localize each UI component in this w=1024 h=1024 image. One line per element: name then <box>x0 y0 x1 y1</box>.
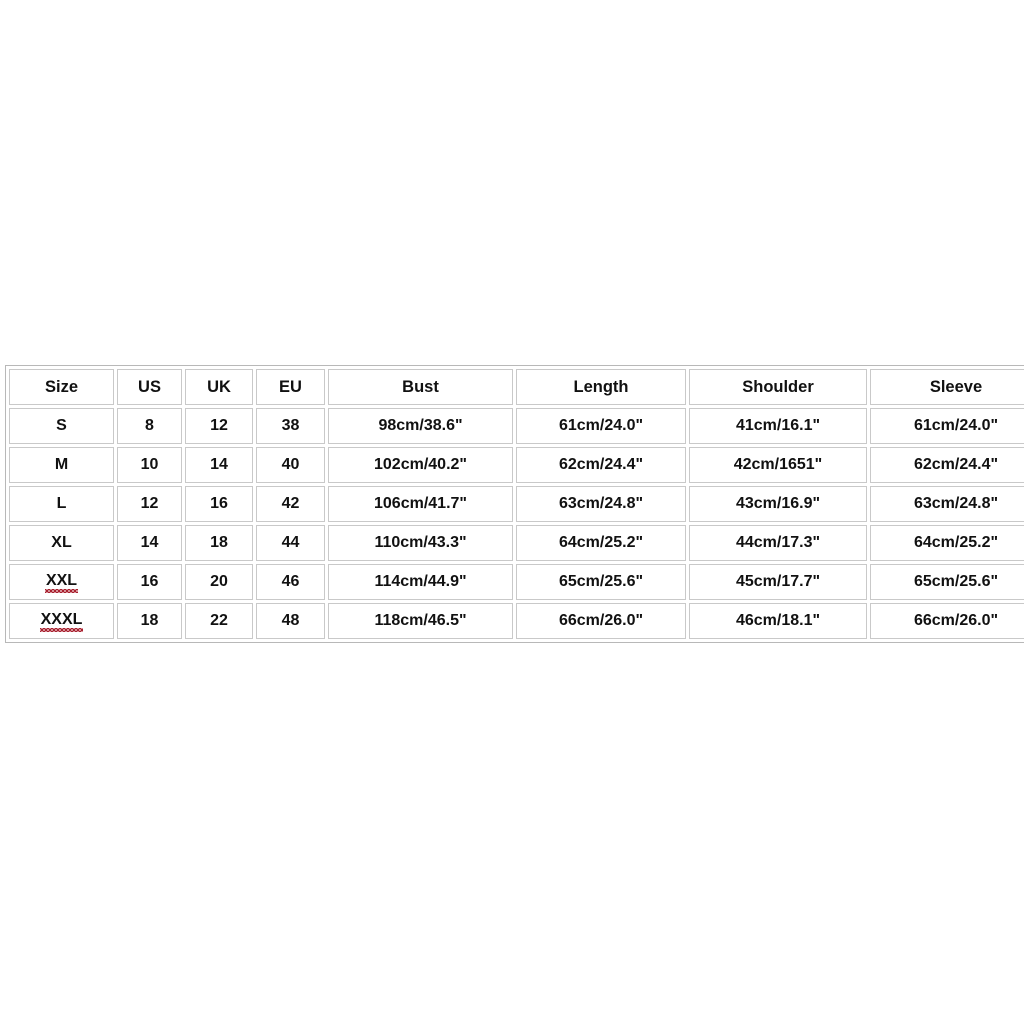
cell-size: XL <box>9 525 114 561</box>
cell-bust: 106cm/41.7" <box>328 486 513 522</box>
cell-size: S <box>9 408 114 444</box>
table-row: XXXL 18 22 48 118cm/46.5" 66cm/26.0" 46cm/18.1… <box>9 603 1024 639</box>
table-row: S 8 12 38 98cm/38.6" 61cm/24.0" 41cm/16.1" 61cm… <box>9 408 1024 444</box>
cell-sleeve: 66cm/26.0" <box>870 603 1024 639</box>
cell-eu: 46 <box>256 564 325 600</box>
column-header-length: Length <box>516 369 686 405</box>
cell-bust: 102cm/40.2" <box>328 447 513 483</box>
cell-uk: 14 <box>185 447 253 483</box>
cell-length: 64cm/25.2" <box>516 525 686 561</box>
cell-length: 61cm/24.0" <box>516 408 686 444</box>
cell-size: XXL <box>9 564 114 600</box>
cell-bust: 98cm/38.6" <box>328 408 513 444</box>
spellcheck-underline: XXXL <box>39 611 84 632</box>
cell-sleeve: 64cm/25.2" <box>870 525 1024 561</box>
cell-length: 65cm/25.6" <box>516 564 686 600</box>
table-header-row: Size US UK EU Bust Length Shoulder Sleev… <box>9 369 1024 405</box>
column-header-bust: Bust <box>328 369 513 405</box>
cell-bust: 114cm/44.9" <box>328 564 513 600</box>
cell-bust: 118cm/46.5" <box>328 603 513 639</box>
column-header-uk: UK <box>185 369 253 405</box>
table-row: M 10 14 40 102cm/40.2" 62cm/24.4" 42cm/1651" 62… <box>9 447 1024 483</box>
cell-shoulder: 42cm/1651" <box>689 447 867 483</box>
column-header-sleeve: Sleeve <box>870 369 1024 405</box>
table-row: XXL 16 20 46 114cm/44.9" 65cm/25.6" 45cm/17.7"… <box>9 564 1024 600</box>
cell-size: XXXL <box>9 603 114 639</box>
cell-us: 16 <box>117 564 182 600</box>
cell-uk: 12 <box>185 408 253 444</box>
cell-size: M <box>9 447 114 483</box>
cell-size: L <box>9 486 114 522</box>
cell-us: 10 <box>117 447 182 483</box>
cell-uk: 20 <box>185 564 253 600</box>
table-row: L 12 16 42 106cm/41.7" 63cm/24.8" 43cm/16.9" 63… <box>9 486 1024 522</box>
cell-length: 63cm/24.8" <box>516 486 686 522</box>
column-header-us: US <box>117 369 182 405</box>
cell-length: 62cm/24.4" <box>516 447 686 483</box>
cell-shoulder: 44cm/17.3" <box>689 525 867 561</box>
cell-length: 66cm/26.0" <box>516 603 686 639</box>
cell-sleeve: 63cm/24.8" <box>870 486 1024 522</box>
cell-sleeve: 61cm/24.0" <box>870 408 1024 444</box>
size-chart-table: Size US UK EU Bust Length Shoulder Sleev… <box>5 365 1024 643</box>
size-chart-container: Size US UK EU Bust Length Shoulder Sleev… <box>5 365 1024 643</box>
column-header-shoulder: Shoulder <box>689 369 867 405</box>
cell-us: 12 <box>117 486 182 522</box>
cell-eu: 44 <box>256 525 325 561</box>
size-chart-header: Size US UK EU Bust Length Shoulder Sleev… <box>9 369 1024 405</box>
table-row: XL 14 18 44 110cm/43.3" 64cm/25.2" 44cm/17.3" 6… <box>9 525 1024 561</box>
cell-us: 8 <box>117 408 182 444</box>
cell-bust: 110cm/43.3" <box>328 525 513 561</box>
cell-sleeve: 62cm/24.4" <box>870 447 1024 483</box>
cell-us: 18 <box>117 603 182 639</box>
cell-shoulder: 43cm/16.9" <box>689 486 867 522</box>
cell-shoulder: 46cm/18.1" <box>689 603 867 639</box>
spellcheck-underline: XXL <box>44 572 79 593</box>
cell-eu: 38 <box>256 408 325 444</box>
cell-sleeve: 65cm/25.6" <box>870 564 1024 600</box>
column-header-size: Size <box>9 369 114 405</box>
cell-eu: 42 <box>256 486 325 522</box>
cell-uk: 22 <box>185 603 253 639</box>
size-chart-body: S 8 12 38 98cm/38.6" 61cm/24.0" 41cm/16.1" 61cm… <box>9 408 1024 639</box>
column-header-eu: EU <box>256 369 325 405</box>
cell-shoulder: 45cm/17.7" <box>689 564 867 600</box>
cell-shoulder: 41cm/16.1" <box>689 408 867 444</box>
cell-eu: 40 <box>256 447 325 483</box>
cell-uk: 16 <box>185 486 253 522</box>
cell-us: 14 <box>117 525 182 561</box>
cell-eu: 48 <box>256 603 325 639</box>
cell-uk: 18 <box>185 525 253 561</box>
